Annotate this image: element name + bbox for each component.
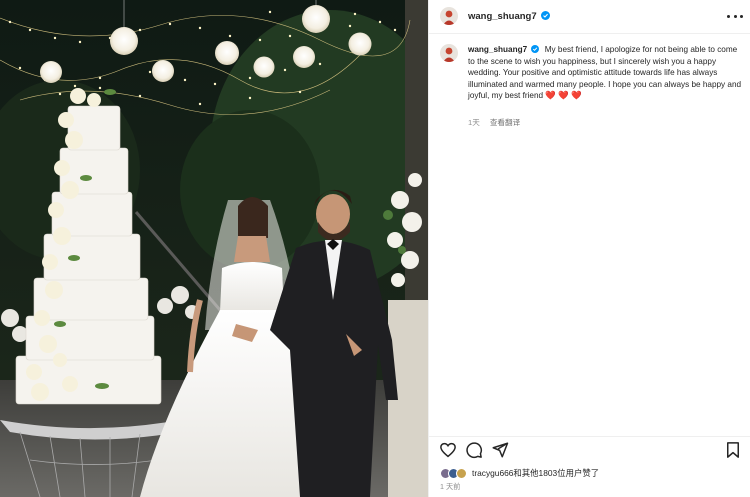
caption-text-block: wang_shuang7 My best friend, I apologize… [468,44,746,102]
avatar[interactable] [440,7,458,25]
likes-text: tracygu666和其他1803位用户赞了 [472,468,600,478]
action-bar [429,436,750,462]
more-options-icon[interactable] [727,10,743,22]
post-details-panel: wang_shuang7 wang_shuang7 My best friend… [428,0,750,497]
post-header: wang_shuang7 [429,0,750,34]
liker-avatars [440,467,467,479]
see-translation-link[interactable]: 查看翻译 [490,117,520,128]
bookmark-icon[interactable] [724,441,742,459]
post-timestamp: 1 天前 [440,482,461,491]
wedding-photo-illustration [0,0,428,497]
post-view: wang_shuang7 wang_shuang7 My best friend… [0,0,750,497]
verified-badge-icon [531,45,540,53]
caption-avatar[interactable] [440,44,458,62]
post-photo[interactable] [0,0,428,497]
heart-icon[interactable] [439,441,457,459]
heart-emojis: ❤️ ❤️ ❤️ [545,90,582,101]
caption-meta: 1天 查看翻译 [468,117,520,128]
comment-icon[interactable] [465,441,483,459]
header-username[interactable]: wang_shuang7 [468,11,537,22]
caption-age: 1天 [468,118,480,127]
caption-username[interactable]: wang_shuang7 [468,45,527,54]
share-icon[interactable] [491,441,509,459]
likes-summary[interactable]: tracygu666和其他1803位用户赞了 [440,466,599,480]
verified-badge-icon [541,11,550,20]
